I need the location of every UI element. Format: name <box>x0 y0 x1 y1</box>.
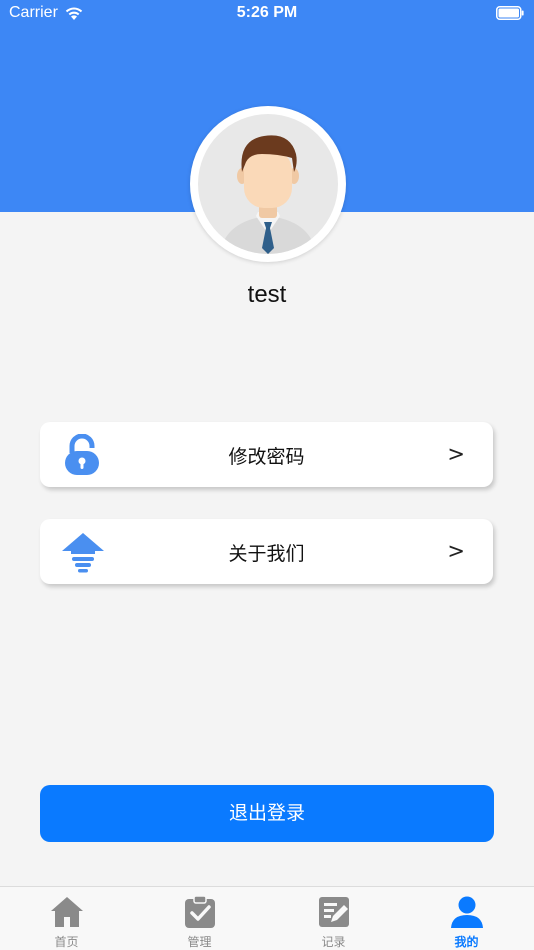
tab-records[interactable]: 记录 <box>267 887 400 950</box>
tab-label: 管理 <box>187 935 212 949</box>
username-label: test <box>247 281 287 308</box>
change-password-item[interactable]: 修改密码 > <box>40 422 493 487</box>
profile-screen: Carrier 5:26 PM test 修改密码 > 关于我们 > 退出登录 … <box>0 0 534 950</box>
status-time: 5:26 PM <box>236 4 298 21</box>
chevron-right-icon: > <box>447 539 465 563</box>
tab-bar: 首页 管理 记录 我的 <box>0 886 534 950</box>
avatar-image <box>198 114 338 254</box>
tab-label: 首页 <box>54 935 79 949</box>
menu-item-label: 关于我们 <box>228 543 305 565</box>
logout-button[interactable]: 退出登录 <box>40 785 494 842</box>
avatar[interactable] <box>190 106 346 262</box>
tab-label: 记录 <box>321 935 346 949</box>
about-us-item[interactable]: 关于我们 > <box>40 519 493 584</box>
chevron-right-icon: > <box>447 442 465 466</box>
person-icon <box>450 896 483 928</box>
edit-note-icon <box>318 897 349 927</box>
battery-icon <box>496 6 524 20</box>
tab-manage[interactable]: 管理 <box>133 887 266 950</box>
home-icon <box>50 897 83 927</box>
tab-mine[interactable]: 我的 <box>400 887 533 950</box>
status-bar: Carrier 5:26 PM <box>0 0 534 28</box>
clipboard-check-icon <box>184 895 215 928</box>
tab-home[interactable]: 首页 <box>0 887 133 950</box>
user-avatar-icon <box>220 135 316 254</box>
tab-label: 我的 <box>454 935 479 949</box>
menu-item-label: 修改密码 <box>228 446 305 468</box>
